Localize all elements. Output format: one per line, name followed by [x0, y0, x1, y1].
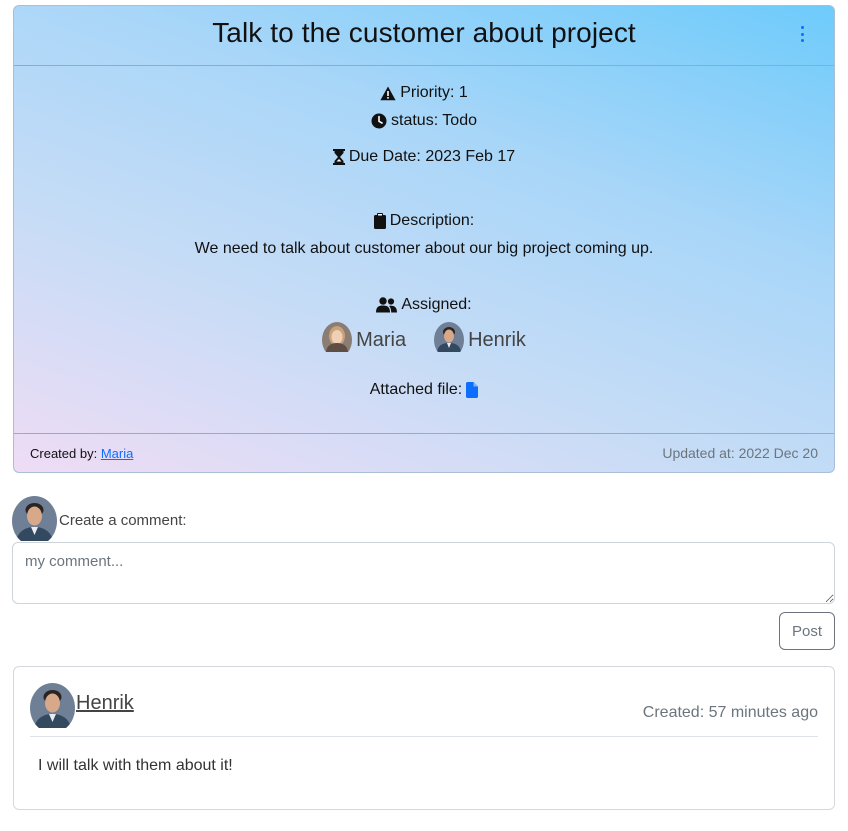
current-user-avatar	[12, 496, 57, 546]
task-card-header: Talk to the customer about project	[14, 6, 834, 66]
status-row: status: Todo	[14, 112, 834, 130]
comment-author: Henrik	[30, 682, 134, 733]
created-by-label: Created by:	[30, 445, 98, 461]
due-date-row: Due Date: 2023 Feb 17	[14, 148, 834, 166]
clipboard-icon	[373, 213, 386, 229]
task-card-body: Priority: 1 status: Todo Due Date: 2023 …	[14, 66, 834, 434]
hourglass-icon	[332, 149, 345, 165]
priority-row: Priority: 1	[14, 84, 834, 102]
comment-create-header: Create a comment:	[12, 496, 187, 546]
assignee-name: Henrik	[468, 328, 526, 351]
due-date-text: Due Date: 2023 Feb 17	[348, 148, 516, 165]
avatar	[30, 682, 75, 733]
task-title: Talk to the customer about project	[212, 16, 636, 48]
priority-text: Priority: 1	[400, 84, 468, 101]
assigned-label-row: Assigned:	[14, 296, 834, 314]
assigned-label: Assigned:	[401, 296, 472, 313]
comment-text: I will talk with them about it!	[38, 757, 233, 774]
assignee-list: Maria Henrik	[14, 322, 834, 358]
assignee-name: Maria	[356, 328, 407, 351]
comment-author-link[interactable]: Henrik	[76, 692, 134, 715]
status-text: status: Todo	[391, 112, 477, 129]
post-button[interactable]: Post	[779, 612, 835, 650]
more-options-icon[interactable]	[798, 26, 806, 42]
comment-created-time: Created: 57 minutes ago	[642, 703, 818, 721]
assignee-maria[interactable]: Maria	[322, 322, 406, 358]
description-row: We need to talk about customer about our…	[14, 240, 834, 258]
task-card-footer: Created by: Maria Updated at: 2022 Dec 2…	[14, 433, 834, 472]
attached-file-label: Attached file:	[369, 381, 463, 398]
assignee-henrik[interactable]: Henrik	[434, 322, 526, 358]
file-icon[interactable]	[466, 382, 479, 398]
created-by: Created by: Maria	[30, 446, 133, 461]
description-text: We need to talk about customer about our…	[194, 240, 654, 257]
users-icon	[376, 297, 398, 313]
comment-card: Henrik Created: 57 minutes ago I will ta…	[13, 666, 835, 810]
updated-at: Updated at: 2022 Dec 20	[662, 445, 818, 461]
description-label-row: Description:	[14, 212, 834, 230]
avatar	[322, 322, 353, 358]
comment-input[interactable]	[12, 542, 835, 604]
clock-icon	[371, 113, 387, 129]
comment-create-label: Create a comment:	[59, 511, 187, 529]
created-by-link[interactable]: Maria	[101, 446, 134, 461]
attached-file-row: Attached file:	[14, 381, 834, 399]
description-label: Description:	[389, 212, 475, 229]
warning-icon	[380, 86, 396, 100]
avatar	[434, 322, 465, 358]
comment-header: Henrik Created: 57 minutes ago	[30, 682, 818, 737]
task-card: Talk to the customer about project Prior…	[13, 5, 835, 473]
